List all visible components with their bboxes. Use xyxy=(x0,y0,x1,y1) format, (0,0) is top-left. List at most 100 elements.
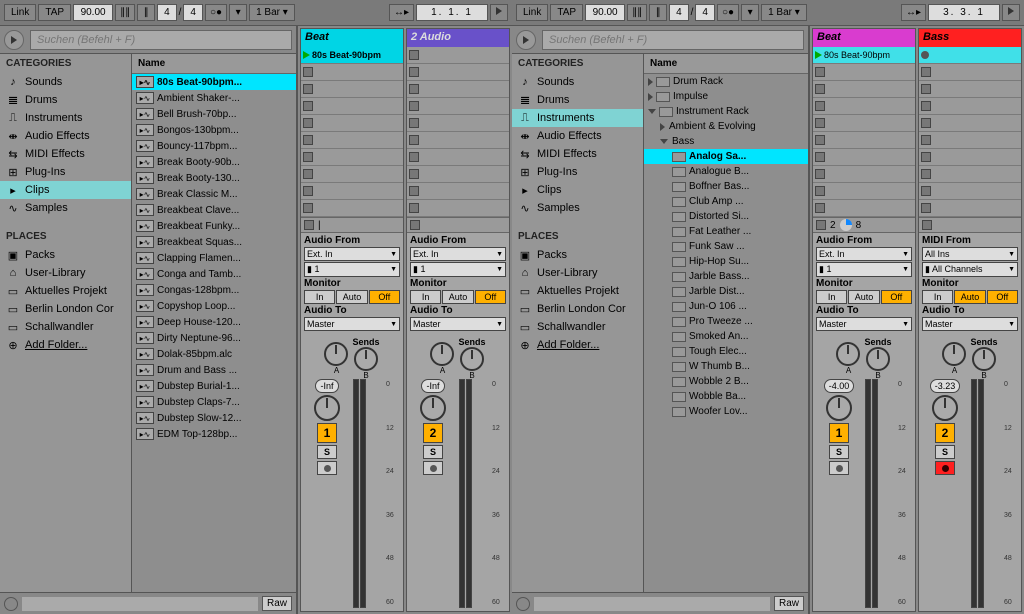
clip-item[interactable]: ▸∿80s Beat-90bpm... xyxy=(132,74,296,90)
clip-slot[interactable] xyxy=(301,132,403,149)
clip-slot[interactable] xyxy=(407,81,509,98)
send-a-knob[interactable] xyxy=(942,342,966,366)
search-input[interactable] xyxy=(542,30,804,50)
name-header[interactable]: Name xyxy=(132,54,296,74)
clip-slot[interactable]: 80s Beat-90bpm xyxy=(813,47,915,64)
midi-input-type[interactable]: All Ins▼ xyxy=(922,247,1018,261)
pan-knob[interactable] xyxy=(314,395,340,421)
pan-knob[interactable] xyxy=(826,395,852,421)
volume-value[interactable]: -3.23 xyxy=(930,379,961,393)
waveform-preview[interactable] xyxy=(22,597,258,611)
cat-samples[interactable]: ∿Samples xyxy=(0,199,131,217)
clip-slot[interactable] xyxy=(813,132,915,149)
cat-plugins[interactable]: ⊞Plug-Ins xyxy=(512,163,643,181)
track-activator[interactable]: 1 xyxy=(317,423,337,443)
tree-item[interactable]: Impulse xyxy=(644,89,808,104)
send-a-knob[interactable] xyxy=(324,342,348,366)
quantize-menu[interactable]: 1 Bar ▾ xyxy=(249,4,295,21)
track-header-beat[interactable]: Beat xyxy=(301,29,403,47)
monitor-auto[interactable]: Auto xyxy=(954,290,985,304)
clip-slot[interactable] xyxy=(407,200,509,217)
cat-instruments[interactable]: ⎍Instruments xyxy=(0,109,131,127)
tree-item[interactable]: Ambient & Evolving xyxy=(644,119,808,134)
solo-button[interactable]: S xyxy=(317,445,337,459)
clip-slot[interactable] xyxy=(407,183,509,200)
place-current-project[interactable]: ▭Aktuelles Projekt xyxy=(0,282,131,300)
cat-drums[interactable]: 𝌆Drums xyxy=(0,91,131,109)
cat-samples[interactable]: ∿Samples xyxy=(512,199,643,217)
clip-slot[interactable] xyxy=(919,115,1021,132)
headphone-icon[interactable] xyxy=(516,597,530,611)
cat-drums[interactable]: 𝌆Drums xyxy=(512,91,643,109)
cat-sounds[interactable]: ♪Sounds xyxy=(512,73,643,91)
solo-button[interactable]: S xyxy=(829,445,849,459)
arm-button[interactable] xyxy=(423,461,443,475)
arm-button[interactable] xyxy=(317,461,337,475)
volume-value[interactable]: -4.00 xyxy=(824,379,855,393)
monitor-auto[interactable]: Auto xyxy=(848,290,879,304)
output-routing[interactable]: Master▼ xyxy=(816,317,912,331)
track-header-bass[interactable]: Bass xyxy=(919,29,1021,47)
clip-item[interactable]: ▸∿Bouncy-117bpm... xyxy=(132,138,296,154)
cat-clips[interactable]: ▸Clips xyxy=(0,181,131,199)
send-b-knob[interactable] xyxy=(972,347,996,371)
clip-item[interactable]: ▸∿Dubstep Slow-12... xyxy=(132,410,296,426)
sig-den[interactable]: 4 xyxy=(183,4,203,21)
track-activator[interactable]: 2 xyxy=(935,423,955,443)
clip-slot[interactable] xyxy=(813,115,915,132)
clip-item[interactable]: ▸∿Dolak-85bpm.alc xyxy=(132,346,296,362)
metronome-icon-2[interactable]: ∥ xyxy=(137,4,155,21)
clip-slot[interactable] xyxy=(919,166,1021,183)
follow-icon[interactable]: ↔▸ xyxy=(901,4,926,21)
play-button[interactable] xyxy=(1002,4,1020,21)
monitor-off[interactable]: Off xyxy=(475,290,506,304)
tree-item[interactable]: Hip-Hop Su... xyxy=(644,254,808,269)
clip-slot[interactable] xyxy=(813,81,915,98)
sig-den[interactable]: 4 xyxy=(695,4,715,21)
track-activator[interactable]: 1 xyxy=(829,423,849,443)
clip-slot[interactable] xyxy=(407,132,509,149)
clip-slot[interactable] xyxy=(813,166,915,183)
clip-slot[interactable] xyxy=(813,149,915,166)
clip-item[interactable]: ▸∿Break Booty-130... xyxy=(132,170,296,186)
tree-item[interactable]: Wobble 2 B... xyxy=(644,374,808,389)
clip-item[interactable]: ▸∿Breakbeat Squas... xyxy=(132,234,296,250)
cat-plugins[interactable]: ⊞Plug-Ins xyxy=(0,163,131,181)
tap-button[interactable]: TAP xyxy=(550,4,583,21)
pan-knob[interactable] xyxy=(420,395,446,421)
clip-item[interactable]: ▸∿Congas-128bpm... xyxy=(132,282,296,298)
track-activator[interactable]: 2 xyxy=(423,423,443,443)
tempo-field[interactable]: 90.00 xyxy=(585,4,625,21)
tap-button[interactable]: TAP xyxy=(38,4,71,21)
clip-slot[interactable] xyxy=(301,183,403,200)
tree-item[interactable]: Funk Saw ... xyxy=(644,239,808,254)
clip-slot[interactable] xyxy=(407,149,509,166)
clip-slot[interactable] xyxy=(407,115,509,132)
output-routing[interactable]: Master▼ xyxy=(922,317,1018,331)
follow-icon[interactable]: ↔▸ xyxy=(389,4,414,21)
input-type[interactable]: Ext. In▼ xyxy=(304,247,400,261)
clip-slot[interactable] xyxy=(301,115,403,132)
play-button[interactable] xyxy=(490,4,508,21)
tree-item[interactable]: Boffner Bas... xyxy=(644,179,808,194)
tree-item[interactable]: Club Amp ... xyxy=(644,194,808,209)
solo-button[interactable]: S xyxy=(935,445,955,459)
link-button[interactable]: Link xyxy=(4,4,36,21)
clip-slot[interactable] xyxy=(813,98,915,115)
preview-icon[interactable] xyxy=(4,30,24,50)
add-folder[interactable]: ⊕Add Folder... xyxy=(0,336,131,354)
clip-item[interactable]: ▸∿Breakbeat Funky... xyxy=(132,218,296,234)
clip-slot[interactable] xyxy=(919,132,1021,149)
tree-item[interactable]: Pro Tweeze ... xyxy=(644,314,808,329)
output-routing[interactable]: Master▼ xyxy=(304,317,400,331)
clip-item[interactable]: ▸∿Bongos-130bpm... xyxy=(132,122,296,138)
volume-value[interactable]: -Inf xyxy=(421,379,444,393)
clip-item[interactable]: ▸∿Ambient Shaker-... xyxy=(132,90,296,106)
preview-icon[interactable] xyxy=(516,30,536,50)
place-berlin[interactable]: ▭Berlin London Cor xyxy=(512,300,643,318)
tree-item[interactable]: Jun-O 106 ... xyxy=(644,299,808,314)
stop-all-icon[interactable] xyxy=(816,220,826,230)
stop-all-icon[interactable] xyxy=(922,220,932,230)
clip-item[interactable]: ▸∿Deep House-120... xyxy=(132,314,296,330)
monitor-auto[interactable]: Auto xyxy=(442,290,473,304)
